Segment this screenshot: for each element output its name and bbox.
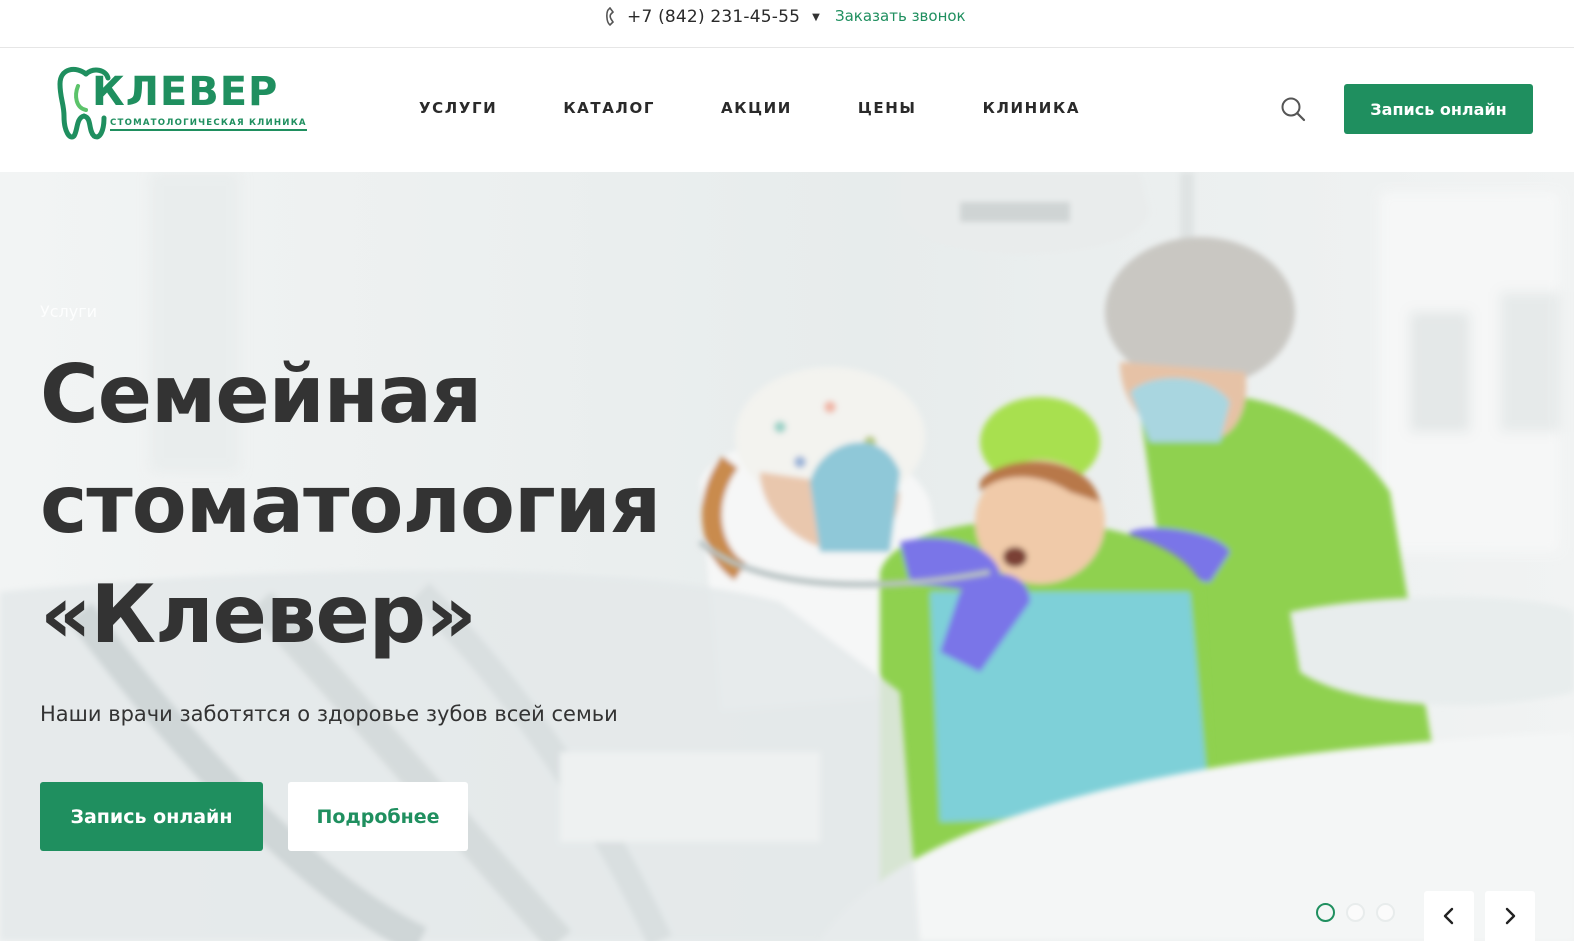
- hero-title-line: «Клевер»: [40, 568, 477, 661]
- logo[interactable]: КЛЕВЕР СТОМАТОЛОГИЧЕСКАЯ КЛИНИКА: [56, 64, 307, 142]
- breadcrumb[interactable]: Услуги: [40, 302, 97, 321]
- slider-dot-1[interactable]: [1316, 903, 1335, 922]
- slider-prev-button[interactable]: [1424, 891, 1474, 941]
- hero-booking-button[interactable]: Запись онлайн: [40, 782, 263, 851]
- top-bar: +7 (842) 231-45-55 ▼ Заказать звонок: [0, 0, 1574, 48]
- phone-number[interactable]: +7 (842) 231-45-55: [627, 7, 800, 27]
- slider-dots: [1316, 903, 1395, 922]
- callback-link[interactable]: Заказать звонок: [835, 7, 966, 25]
- chevron-right-icon: [1505, 907, 1516, 925]
- chevron-left-icon: [1443, 907, 1454, 925]
- search-icon[interactable]: [1280, 96, 1306, 126]
- site-header: КЛЕВЕР СТОМАТОЛОГИЧЕСКАЯ КЛИНИКА УСЛУГИ …: [0, 49, 1574, 171]
- hero-details-button[interactable]: Подробнее: [288, 782, 468, 851]
- hero-content: Услуги Семейная стоматология «Клевер» На…: [40, 172, 940, 941]
- phone-selector[interactable]: +7 (842) 231-45-55 ▼: [605, 6, 820, 28]
- logo-brand: КЛЕВЕР: [92, 69, 279, 115]
- phone-icon: [605, 7, 619, 27]
- main-nav: УСЛУГИ КАТАЛОГ АКЦИИ ЦЕНЫ КЛИНИКА: [419, 99, 1146, 117]
- nav-item-services[interactable]: УСЛУГИ: [419, 99, 497, 117]
- hero-slider: Услуги Семейная стоматология «Клевер» На…: [0, 172, 1574, 941]
- hero-subtitle: Наши врачи заботятся о здоровье зубов вс…: [40, 702, 618, 726]
- nav-item-prices[interactable]: ЦЕНЫ: [858, 99, 917, 117]
- hero-title: Семейная стоматология «Клевер»: [40, 340, 800, 670]
- slider-dot-2[interactable]: [1346, 903, 1365, 922]
- nav-item-catalog[interactable]: КАТАЛОГ: [563, 99, 655, 117]
- hero-title-line: Семейная: [40, 348, 482, 441]
- nav-item-clinic[interactable]: КЛИНИКА: [983, 99, 1080, 117]
- slider-next-button[interactable]: [1485, 891, 1535, 941]
- caret-down-icon[interactable]: ▼: [812, 12, 820, 23]
- slider-dot-3[interactable]: [1376, 903, 1395, 922]
- logo-subtitle: СТОМАТОЛОГИЧЕСКАЯ КЛИНИКА: [110, 118, 307, 131]
- nav-item-promotions[interactable]: АКЦИИ: [721, 99, 792, 117]
- online-booking-button[interactable]: Запись онлайн: [1344, 84, 1533, 134]
- hero-title-line: стоматология: [40, 458, 661, 551]
